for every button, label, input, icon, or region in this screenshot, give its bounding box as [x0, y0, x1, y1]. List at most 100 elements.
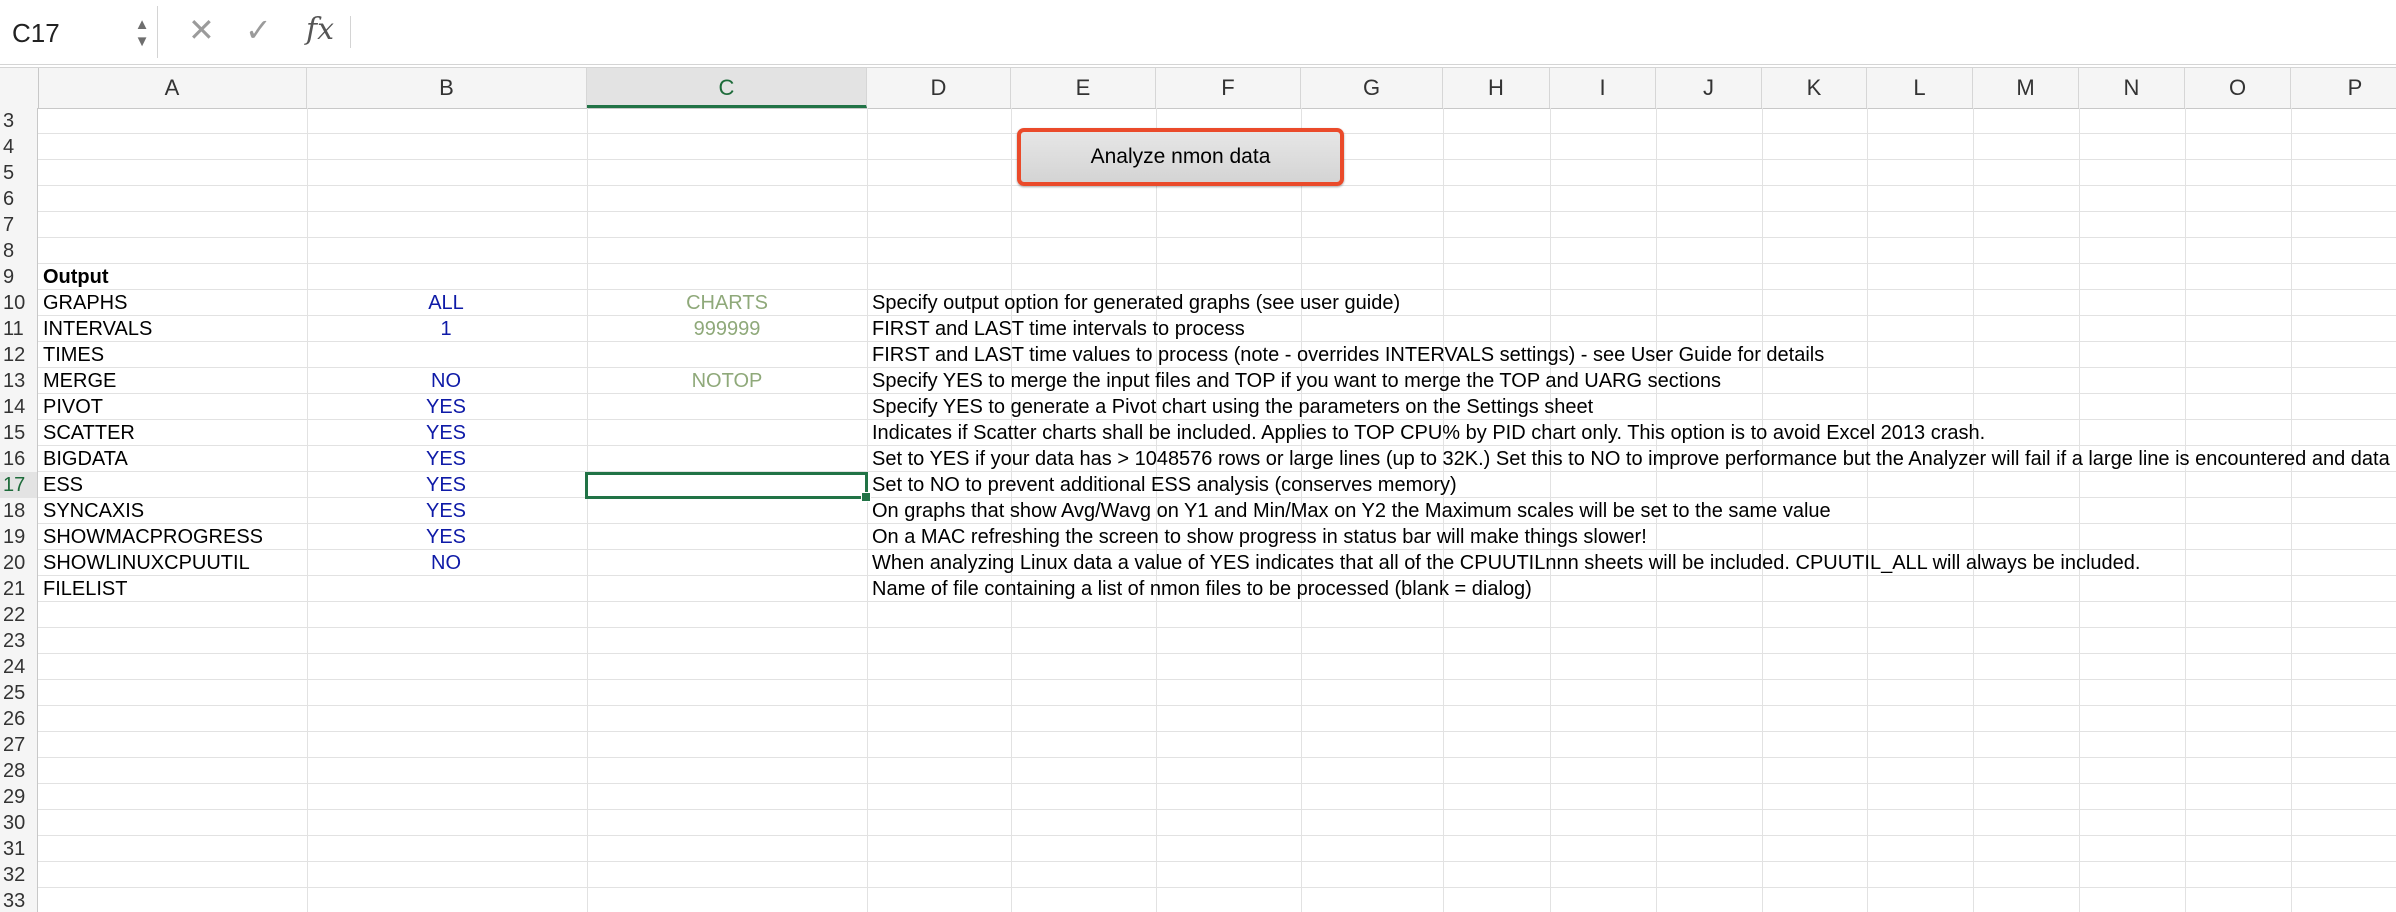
column-header-l[interactable]: L	[1867, 68, 1973, 108]
spreadsheet-grid[interactable]: 3 4 5 6 7 8 9 Output 10 GRAPHS ALL CHARTS Specify ou…	[0, 108, 2396, 912]
column-header-e[interactable]: E	[1011, 68, 1156, 108]
cell-b18[interactable]: YES	[306, 498, 586, 523]
row-header[interactable]: 6	[0, 186, 38, 212]
row-header[interactable]: 27	[0, 732, 38, 758]
cell-a19[interactable]: SHOWMACPROGRESS	[43, 524, 263, 549]
cell-c11[interactable]: 999999	[587, 316, 867, 341]
cell-b17[interactable]: YES	[306, 472, 586, 497]
column-header-a[interactable]: A	[38, 68, 307, 108]
row-header[interactable]: 31	[0, 836, 38, 862]
row-header[interactable]: 18	[0, 498, 38, 524]
cell-a16[interactable]: BIGDATA	[43, 446, 128, 471]
row-header[interactable]: 12	[0, 342, 38, 368]
row-header[interactable]: 17	[0, 472, 38, 498]
row-header[interactable]: 4	[0, 134, 38, 160]
cell-a21[interactable]: FILELIST	[43, 576, 127, 601]
column-header-o[interactable]: O	[2185, 68, 2291, 108]
cancel-icon[interactable]: ✕	[188, 12, 215, 48]
column-header-n[interactable]: N	[2079, 68, 2185, 108]
row-header[interactable]: 26	[0, 706, 38, 732]
row-header[interactable]: 33	[0, 888, 38, 912]
table-row: 32	[0, 862, 2396, 888]
cell-d21[interactable]: Name of file containing a list of nmon f…	[872, 576, 1532, 601]
column-header-d[interactable]: D	[867, 68, 1011, 108]
formula-input[interactable]	[362, 12, 2362, 48]
row-header[interactable]: 19	[0, 524, 38, 550]
cell-a18[interactable]: SYNCAXIS	[43, 498, 144, 523]
table-row: 31	[0, 836, 2396, 862]
row-header[interactable]: 22	[0, 602, 38, 628]
column-header-j[interactable]: J	[1656, 68, 1762, 108]
cell-a15[interactable]: SCATTER	[43, 420, 135, 445]
cell-d13[interactable]: Specify YES to merge the input files and…	[872, 368, 1721, 393]
row-header[interactable]: 21	[0, 576, 38, 602]
column-header-c[interactable]: C	[587, 68, 867, 108]
chevron-down-icon[interactable]: ▼	[134, 33, 150, 50]
cell-d12[interactable]: FIRST and LAST time values to process (n…	[872, 342, 1824, 367]
cell-b20[interactable]: NO	[306, 550, 586, 575]
cell-b15[interactable]: YES	[306, 420, 586, 445]
row-header[interactable]: 30	[0, 810, 38, 836]
column-header-h[interactable]: H	[1443, 68, 1550, 108]
cell-b14[interactable]: YES	[306, 394, 586, 419]
name-box-stepper[interactable]: ▲ ▼	[134, 16, 150, 52]
cell-b13[interactable]: NO	[306, 368, 586, 393]
row-header[interactable]: 32	[0, 862, 38, 888]
analyze-nmon-data-button[interactable]: Analyze nmon data	[1017, 128, 1344, 186]
cell-b19[interactable]: YES	[306, 524, 586, 549]
row-header[interactable]: 9	[0, 264, 38, 290]
row-header[interactable]: 29	[0, 784, 38, 810]
row-header[interactable]: 7	[0, 212, 38, 238]
cell-d16[interactable]: Set to YES if your data has > 1048576 ro…	[872, 446, 2390, 471]
row-header[interactable]: 25	[0, 680, 38, 706]
cell-a10[interactable]: GRAPHS	[43, 290, 127, 315]
row-header[interactable]: 14	[0, 394, 38, 420]
column-header-f[interactable]: F	[1156, 68, 1301, 108]
row-header[interactable]: 13	[0, 368, 38, 394]
cell-a20[interactable]: SHOWLINUXCPUUTIL	[43, 550, 250, 575]
cell-b16[interactable]: YES	[306, 446, 586, 471]
select-all-button[interactable]	[0, 68, 39, 108]
column-header-i[interactable]: I	[1550, 68, 1656, 108]
cell-b11[interactable]: 1	[306, 316, 586, 341]
row-header[interactable]: 8	[0, 238, 38, 264]
selected-cell-c17[interactable]	[585, 472, 871, 502]
insert-function-icon[interactable]: fx	[306, 12, 334, 48]
cell-a17[interactable]: ESS	[43, 472, 83, 497]
cell-d15[interactable]: Indicates if Scatter charts shall be inc…	[872, 420, 1985, 445]
cell-d10[interactable]: Specify output option for generated grap…	[872, 290, 1400, 315]
column-header-b[interactable]: B	[307, 68, 587, 108]
cell-a9[interactable]: Output	[43, 264, 109, 289]
row-header[interactable]: 23	[0, 628, 38, 654]
cell-d20[interactable]: When analyzing Linux data a value of YES…	[872, 550, 2140, 575]
name-box-value[interactable]: C17	[12, 18, 60, 48]
name-box[interactable]: C17 ▲ ▼	[0, 6, 158, 58]
cell-d18[interactable]: On graphs that show Avg/Wavg on Y1 and M…	[872, 498, 1831, 523]
cell-a14[interactable]: PIVOT	[43, 394, 103, 419]
cell-b10[interactable]: ALL	[306, 290, 586, 315]
column-header-m[interactable]: M	[1973, 68, 2079, 108]
column-header-p[interactable]: P	[2291, 68, 2396, 108]
chevron-up-icon[interactable]: ▲	[134, 16, 150, 33]
cell-d17[interactable]: Set to NO to prevent additional ESS anal…	[872, 472, 1457, 497]
row-header[interactable]: 20	[0, 550, 38, 576]
check-icon[interactable]: ✓	[245, 12, 272, 48]
cell-a11[interactable]: INTERVALS	[43, 316, 152, 341]
row-header[interactable]: 28	[0, 758, 38, 784]
cell-d11[interactable]: FIRST and LAST time intervals to process	[872, 316, 1245, 341]
cell-a13[interactable]: MERGE	[43, 368, 116, 393]
column-header-k[interactable]: K	[1762, 68, 1867, 108]
cell-d14[interactable]: Specify YES to generate a Pivot chart us…	[872, 394, 1593, 419]
row-header[interactable]: 16	[0, 446, 38, 472]
cell-d19[interactable]: On a MAC refreshing the screen to show p…	[872, 524, 1647, 549]
row-header[interactable]: 3	[0, 108, 38, 134]
row-header[interactable]: 5	[0, 160, 38, 186]
cell-c13[interactable]: NOTOP	[587, 368, 867, 393]
row-header[interactable]: 11	[0, 316, 38, 342]
row-header[interactable]: 10	[0, 290, 38, 316]
cell-a12[interactable]: TIMES	[43, 342, 104, 367]
column-header-g[interactable]: G	[1301, 68, 1443, 108]
row-header[interactable]: 24	[0, 654, 38, 680]
row-header[interactable]: 15	[0, 420, 38, 446]
cell-c10[interactable]: CHARTS	[587, 290, 867, 315]
